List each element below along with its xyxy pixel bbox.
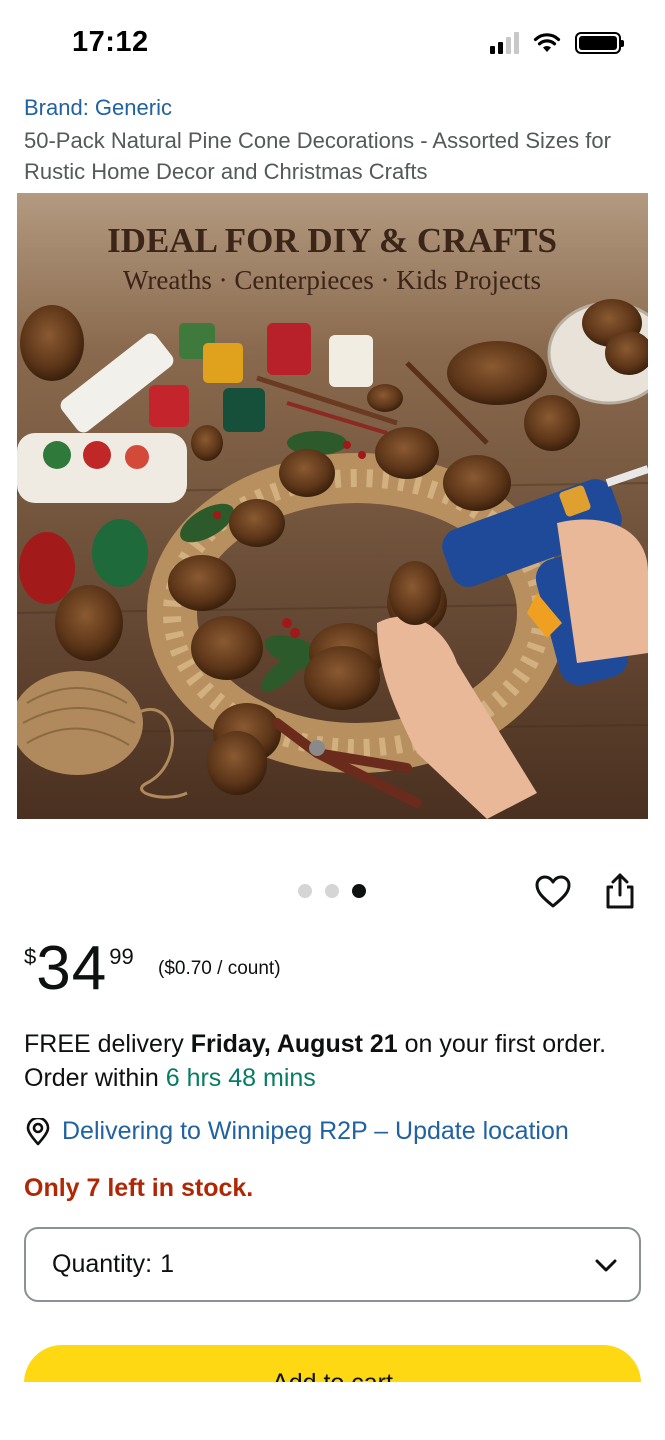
delivery-countdown: 6 hrs 48 mins (165, 1064, 316, 1092)
update-location-link[interactable]: Delivering to Winnipeg R2P – Update loca… (62, 1117, 569, 1146)
status-icons (490, 32, 624, 54)
cellular-signal-icon (490, 32, 519, 54)
quantity-label: Quantity: (52, 1250, 153, 1278)
heart-icon[interactable] (534, 873, 572, 911)
product-title: 50-Pack Natural Pine Cone Decorations - … (24, 128, 611, 184)
delivery-date: Friday, August 21 (190, 1030, 398, 1058)
carousel-dot[interactable] (298, 884, 312, 898)
battery-icon (575, 32, 624, 54)
carousel-dot-active[interactable] (352, 884, 366, 898)
add-to-cart-button[interactable]: Add to cart (24, 1345, 641, 1382)
delivery-prefix: FREE delivery (24, 1030, 191, 1058)
price-fraction: 99 (109, 944, 134, 969)
brand-link[interactable]: Brand: Generic (24, 95, 172, 121)
price-whole: 34 (36, 934, 108, 1003)
status-bar: 17:12 (0, 0, 665, 90)
share-icon[interactable] (603, 871, 637, 911)
status-time: 17:12 (72, 26, 149, 58)
chevron-down-icon (595, 1259, 617, 1272)
wifi-icon (533, 33, 561, 52)
unit-price: ($0.70 / count) (158, 958, 281, 979)
quantity-select[interactable]: Quantity: 1 (24, 1227, 641, 1302)
delivery-location[interactable]: Delivering to Winnipeg R2P – Update loca… (24, 1117, 569, 1146)
add-to-cart-container: Add to cart (0, 1330, 665, 1382)
carousel-dot[interactable] (325, 884, 339, 898)
delivery-message: FREE delivery Friday, August 21 on your … (24, 1027, 644, 1095)
price-symbol: $ (24, 944, 37, 969)
price: $ 34 99 (24, 938, 134, 1000)
stock-status: Only 7 left in stock. (24, 1174, 254, 1202)
product-image[interactable]: IDEAL FOR DIY & CRAFTS Wreaths · Centerp… (17, 193, 648, 819)
image-headline: IDEAL FOR DIY & CRAFTS (107, 221, 557, 260)
image-subheadline: Wreaths · Centerpieces · Kids Projects (123, 265, 541, 295)
image-carousel-dots[interactable] (298, 884, 366, 898)
quantity-value: 1 (160, 1250, 174, 1278)
location-pin-icon (26, 1117, 50, 1145)
